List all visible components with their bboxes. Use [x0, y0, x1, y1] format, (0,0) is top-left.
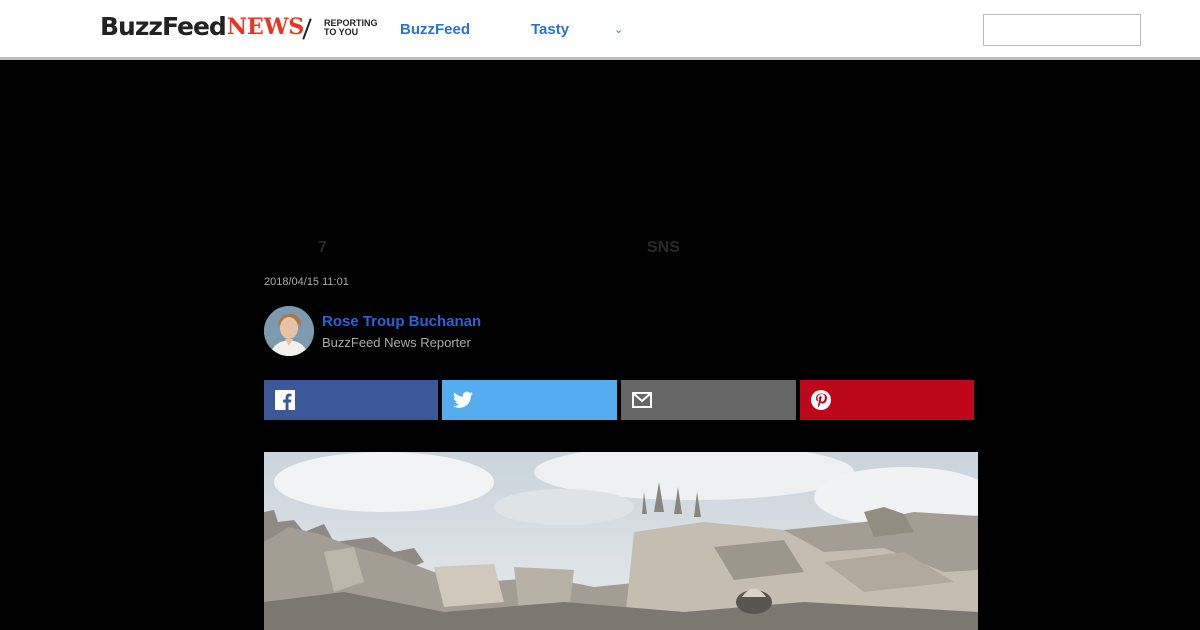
share-pinterest-button[interactable] — [800, 380, 974, 420]
search-input[interactable] — [983, 14, 1141, 46]
article-headline: 7 SNS — [264, 238, 684, 260]
share-facebook-button[interactable] — [264, 380, 438, 420]
nav-link-buzzfeed[interactable]: BuzzFeed — [400, 20, 470, 40]
author-role: BuzzFeed News Reporter — [322, 335, 471, 350]
article-hero-image — [264, 452, 978, 630]
pinterest-icon — [811, 390, 831, 410]
top-nav-bar: BuzzFeed NEWS REPORTING TO YOU BuzzFeed … — [0, 0, 1200, 60]
email-icon — [632, 392, 652, 408]
logo-tagline-line2: TO YOU — [324, 27, 359, 37]
share-email-button[interactable] — [621, 380, 796, 420]
hero-rubble-photo — [264, 452, 978, 630]
author-name-link[interactable]: Rose Troup Buchanan — [322, 313, 481, 331]
chevron-down-icon[interactable]: ⌄ — [614, 21, 623, 39]
nav-link-tasty[interactable]: Tasty — [531, 20, 569, 40]
logo-buzzfeed-text: BuzzFeed — [100, 12, 227, 41]
article-timestamp: 2018/04/15 11:01 — [264, 276, 349, 288]
headline-fragment-number: 7 — [318, 239, 327, 256]
avatar-portrait — [264, 306, 314, 356]
author-avatar[interactable] — [264, 306, 314, 356]
logo-news-text: NEWS — [226, 14, 305, 40]
share-twitter-button[interactable] — [442, 380, 617, 420]
facebook-icon — [275, 390, 295, 410]
twitter-icon — [453, 391, 473, 408]
headline-fragment-sns: SNS — [647, 239, 680, 256]
buzzfeed-news-logo[interactable]: BuzzFeed NEWS REPORTING TO YOU — [100, 12, 378, 42]
logo-tagline: REPORTING TO YOU — [324, 19, 384, 37]
